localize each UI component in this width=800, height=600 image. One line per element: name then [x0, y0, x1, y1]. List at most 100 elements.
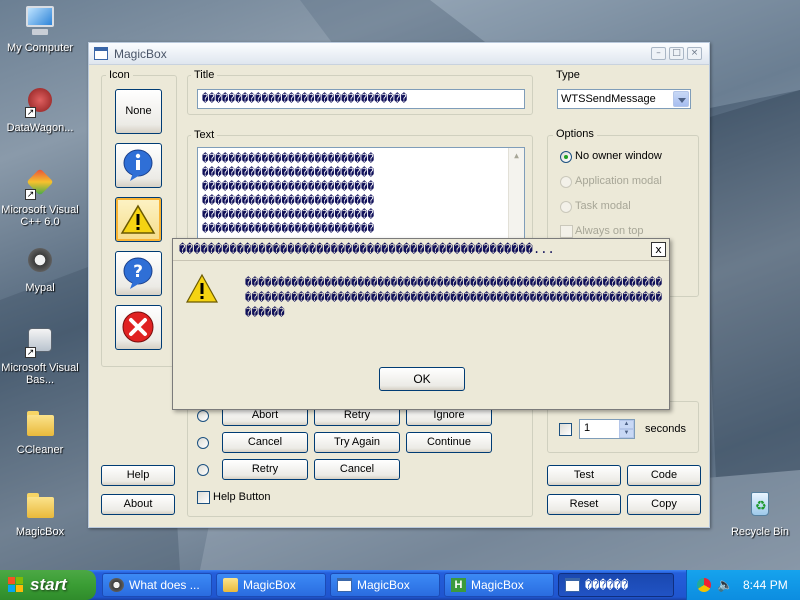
no-owner-window-radio[interactable] [560, 151, 572, 163]
text-line: �������������������������� [202, 222, 375, 235]
always-on-top-label: Always on top [575, 225, 644, 237]
help-button-checkbox[interactable] [197, 491, 210, 504]
visual-cpp-icon: ↗ [23, 166, 57, 200]
about-button[interactable]: About [101, 494, 175, 515]
desktop-icon-label: Microsoft Visual Bas... [1, 362, 79, 386]
timeout-input[interactable]: 1 ▲ ▼ [579, 419, 635, 439]
start-button[interactable]: start [0, 570, 96, 600]
copy-button[interactable]: Copy [627, 494, 701, 515]
icon-question-button[interactable]: ? [115, 251, 162, 296]
icon-group-label: Icon [106, 69, 133, 81]
desktop-icon-magicbox[interactable]: MagicBox [0, 488, 82, 538]
scroll-up-arrow-icon[interactable]: ▲ [509, 148, 524, 163]
type-select[interactable]: WTSSendMessage [557, 89, 691, 109]
icon-none-button[interactable]: None [115, 89, 162, 134]
warning-icon [120, 204, 156, 234]
options-group-label: Options [553, 128, 597, 140]
desktop-icon-recycle-bin[interactable]: ♻ Recycle Bin [718, 488, 800, 538]
window-app-icon [94, 47, 108, 60]
test-button[interactable]: Test [547, 465, 621, 486]
icon-error-button[interactable] [115, 305, 162, 350]
desktop-icon-datawagon[interactable]: ↗ DataWagon... [0, 84, 82, 134]
window-app-icon [565, 578, 580, 592]
task-modal-radio[interactable] [560, 201, 572, 213]
warning-icon [185, 273, 219, 303]
computer-icon [23, 4, 57, 38]
desktop-icon-visual-cpp[interactable]: ↗ Microsoft Visual C++ 6.0 [0, 166, 82, 228]
continue-button[interactable]: Continue [406, 432, 492, 453]
text-line: �������������������������� [202, 194, 375, 207]
tray-app-icon[interactable] [697, 578, 711, 592]
desktop-icon-label: Mypal [25, 282, 55, 294]
clock: 8:44 PM [743, 578, 788, 592]
timeout-unit-label: seconds [645, 423, 686, 435]
buttons-row-radio[interactable] [197, 464, 209, 476]
system-tray: 🔈 8:44 PM [686, 570, 800, 600]
spinner-down-icon[interactable]: ▼ [619, 429, 634, 438]
help-button[interactable]: Help [101, 465, 175, 486]
desktop-icon-mypal[interactable]: Mypal [0, 244, 82, 294]
text-line: �������������������������� [202, 152, 375, 165]
folder-icon [223, 578, 238, 592]
desktop-icon-label: CCleaner [16, 444, 64, 456]
buttons-row-radio[interactable] [197, 410, 209, 422]
message-box-dialog: ����������������������������������������… [172, 238, 670, 410]
try-again-button[interactable]: Try Again [314, 432, 400, 453]
desktop-icon-label: DataWagon... [6, 122, 74, 134]
message-box-titlebar[interactable]: ����������������������������������������… [173, 239, 669, 261]
title-group-label: Title [191, 69, 218, 81]
no-owner-window-label: No owner window [575, 150, 662, 162]
message-box-text: ����������������������������������������… [245, 276, 663, 319]
text-line: �������������������������� [202, 180, 375, 193]
ok-button[interactable]: OK [379, 367, 465, 391]
text-line: �������������������������� [202, 208, 375, 221]
help-button-label: Help Button [213, 491, 271, 503]
desktop-icon-label: MagicBox [15, 526, 65, 538]
desktop-icon-ccleaner[interactable]: CCleaner [0, 406, 82, 456]
folder-icon [23, 488, 57, 522]
taskbar-item-message-box[interactable]: ������ [558, 573, 674, 597]
text-line: �������������������������� [202, 166, 375, 179]
desktop-icon-label: Recycle Bin [730, 526, 790, 538]
icon-warning-button[interactable] [115, 197, 162, 242]
window-app-icon [337, 578, 352, 592]
taskbar-item-magicbox-app[interactable]: MagicBox [330, 573, 440, 597]
application-modal-radio[interactable] [560, 176, 572, 188]
folder-icon [23, 406, 57, 440]
cancel-button[interactable]: Cancel [222, 432, 308, 453]
always-on-top-checkbox[interactable] [560, 225, 573, 238]
code-button[interactable]: Code [627, 465, 701, 486]
close-icon[interactable]: x [651, 242, 666, 257]
icon-info-button[interactable] [115, 143, 162, 188]
svg-text:?: ? [133, 262, 143, 282]
taskbar-item-label: MagicBox [357, 578, 410, 592]
chevron-down-icon[interactable] [673, 91, 689, 107]
buttons-row-radio[interactable] [197, 437, 209, 449]
taskbar-item-label: What does ... [129, 578, 200, 592]
taskbar-item-browser[interactable]: What does ... [102, 573, 212, 597]
spinner-up-icon[interactable]: ▲ [619, 420, 634, 429]
desktop-icon-my-computer[interactable]: My Computer [0, 4, 82, 54]
mypal-icon [109, 578, 124, 592]
speaker-icon[interactable]: 🔈 [717, 577, 733, 593]
application-modal-label: Application modal [575, 175, 662, 187]
minimize-button[interactable]: – [651, 47, 666, 60]
recycle-bin-icon: ♻ [743, 488, 777, 522]
timeout-checkbox[interactable] [559, 423, 572, 436]
info-icon [123, 149, 153, 181]
timeout-value: 1 [584, 422, 591, 434]
title-input[interactable]: ������������������������������� [197, 89, 525, 109]
close-button[interactable]: × [687, 47, 702, 60]
visual-basic-icon: ↗ [23, 324, 57, 358]
taskbar-item-magicbox-folder[interactable]: MagicBox [216, 573, 326, 597]
window-titlebar[interactable]: MagicBox – □ × [89, 43, 709, 65]
taskbar-item-magicbox-editor[interactable]: H MagicBox [444, 573, 554, 597]
reset-button[interactable]: Reset [547, 494, 621, 515]
maximize-button[interactable]: □ [669, 47, 684, 60]
type-select-value: WTSSendMessage [561, 93, 656, 105]
retry-button[interactable]: Retry [222, 459, 308, 480]
type-group-label: Type [553, 69, 583, 81]
cancel-button[interactable]: Cancel [314, 459, 400, 480]
taskbar-item-label: MagicBox [243, 578, 296, 592]
desktop-icon-visual-basic[interactable]: ↗ Microsoft Visual Bas... [0, 324, 82, 386]
